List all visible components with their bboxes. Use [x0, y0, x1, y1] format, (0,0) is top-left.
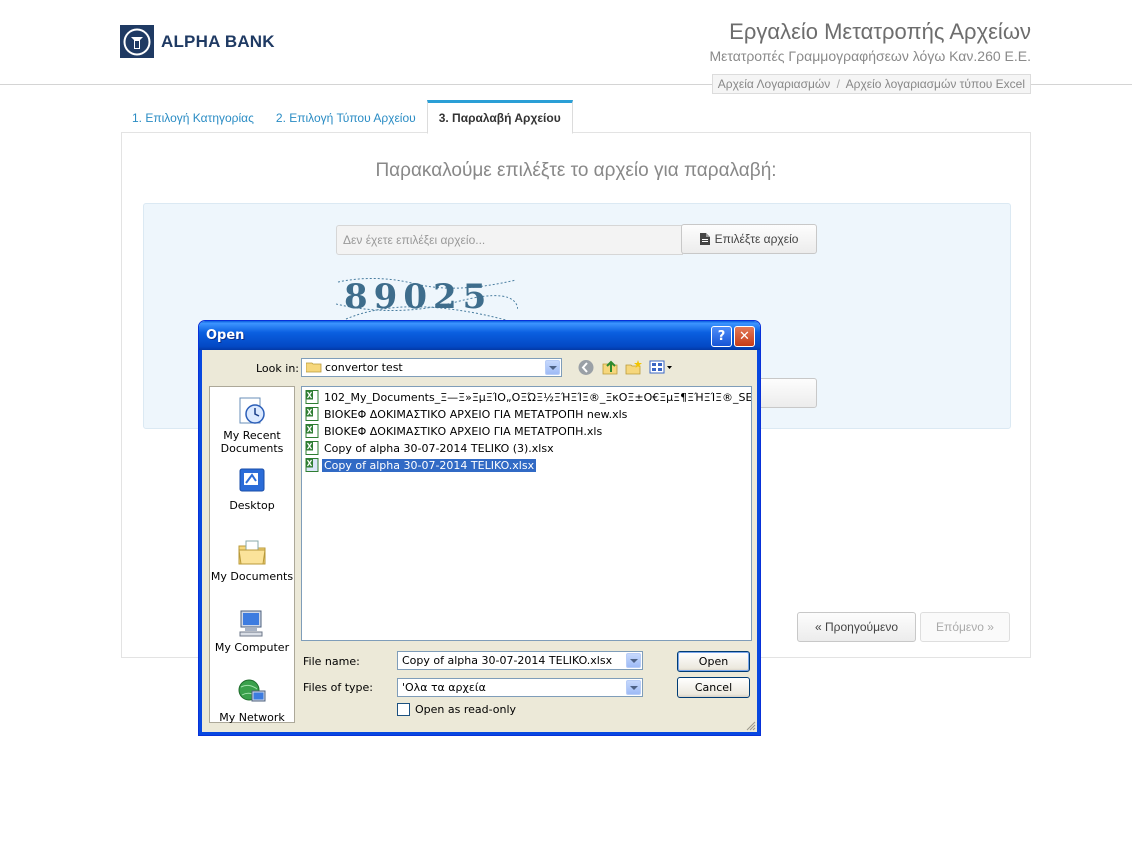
file-type-select[interactable]: 'Ολα τα αρχεία	[397, 678, 643, 697]
file-name: ΒΙΟΚΕΦ ΔΟΚΙΜΑΣΤΙΚΟ ΑΡΧΕΙΟ ΓΙΑ ΜΕΤΑΤΡΟΠΗ …	[324, 407, 628, 421]
file-name-dropdown-arrow[interactable]	[626, 653, 641, 668]
file-name: Copy of alpha 30-07-2014 TELIKO (3).xlsx	[324, 441, 554, 455]
views-menu-icon[interactable]	[649, 359, 673, 376]
place-my-computer[interactable]: My Computer	[210, 607, 294, 654]
panel-heading: Παρακαλούμε επιλέξτε το αρχείο για παραλ…	[375, 160, 777, 181]
app-title: Εργαλείο Μετατροπής Αρχείων	[729, 19, 1031, 44]
dialog-toolbar	[577, 359, 673, 376]
close-button[interactable]: ✕	[734, 326, 755, 347]
tab-file-type[interactable]: 2. Επιλογή Τύπου Αρχείου	[265, 100, 427, 132]
alpha-bank-logo[interactable]: ALPHA BANK	[120, 25, 275, 58]
page-header: ALPHA BANK Εργαλείο Μετατροπής Αρχείων Μ…	[0, 0, 1132, 85]
captcha-text: 89025	[344, 277, 492, 317]
breadcrumb-item-excel[interactable]: Αρχείο λογαριασμών τύπου Excel	[846, 77, 1025, 91]
file-path-input[interactable]: Δεν έχετε επιλέξει αρχείο...	[336, 225, 683, 255]
document-icon	[699, 227, 710, 255]
excel-file-icon	[305, 441, 319, 455]
read-only-label: Open as read-only	[415, 703, 517, 716]
file-item-selected[interactable]: Copy of alpha 30-07-2014 TELIKO.xlsx	[305, 457, 538, 473]
wizard-tabs: 1. Επιλογή Κατηγορίας 2. Επιλογή Τύπου Α…	[121, 100, 573, 134]
file-item[interactable]: ΒΙΟΚΕΦ ΔΟΚΙΜΑΣΤΙΚΟ ΑΡΧΕΙΟ ΓΙΑ ΜΕΤΑΤΡΟΠΗ.…	[305, 423, 604, 439]
open-button[interactable]: Open	[677, 651, 750, 672]
places-bar: My Recent Documents Desktop My Documents…	[209, 386, 295, 724]
breadcrumb: Αρχεία Λογαριασμών / Αρχείο λογαριασμών …	[711, 74, 1031, 94]
double-chevron-right-icon: »	[987, 620, 994, 634]
recent-documents-icon	[239, 397, 265, 424]
look-in-value: convertor test	[305, 361, 403, 374]
help-button[interactable]: ?	[711, 326, 732, 347]
place-desktop[interactable]: Desktop	[210, 465, 294, 512]
read-only-checkbox[interactable]	[397, 703, 410, 716]
file-name-input[interactable]: Copy of alpha 30-07-2014 TELIKO.xlsx	[397, 651, 643, 670]
captcha-image: 89025	[335, 274, 519, 324]
file-name: ΒΙΟΚΕΦ ΔΟΚΙΜΑΣΤΙΚΟ ΑΡΧΕΙΟ ΓΙΑ ΜΕΤΑΤΡΟΠΗ.…	[324, 424, 603, 438]
folder-icon	[305, 362, 322, 373]
file-type-dropdown-arrow[interactable]	[626, 680, 641, 695]
desktop-icon	[239, 468, 265, 492]
dialog-title: Open	[206, 328, 245, 343]
place-my-documents[interactable]: My Documents	[210, 536, 294, 583]
look-in-select[interactable]: convertor test	[301, 358, 562, 377]
file-name: 102_My_Documents_Ξ—Ξ»ΞμΞΊΟ„ΟΞΏΞ½ΞΉΞΊΞ®_Ξ…	[324, 390, 752, 404]
double-chevron-left-icon: «	[814, 620, 822, 634]
tab-receive-file[interactable]: 3. Παραλαβή Αρχείου	[426, 100, 573, 134]
new-folder-icon[interactable]	[625, 359, 643, 376]
place-my-network[interactable]: My Network	[210, 677, 294, 724]
next-button[interactable]: Επόμενο »	[920, 612, 1010, 642]
file-name: Copy of alpha 30-07-2014 TELIKO.xlsx	[320, 457, 538, 473]
place-my-recent-documents[interactable]: My Recent Documents	[210, 395, 294, 455]
look-in-dropdown-arrow[interactable]	[545, 360, 560, 375]
breadcrumb-separator: /	[836, 77, 840, 91]
excel-file-icon	[305, 407, 319, 421]
excel-file-icon	[305, 458, 319, 472]
back-icon[interactable]	[577, 359, 595, 376]
excel-file-icon	[305, 424, 319, 438]
file-item[interactable]: ΒΙΟΚΕΦ ΔΟΚΙΜΑΣΤΙΚΟ ΑΡΧΕΙΟ ΓΙΑ ΜΕΤΑΤΡΟΠΗ …	[305, 406, 629, 422]
previous-button[interactable]: « Προηγούμενο	[797, 612, 916, 642]
my-computer-icon	[239, 610, 263, 637]
file-type-value: 'Ολα τα αρχεία	[402, 681, 486, 694]
file-list[interactable]: 102_My_Documents_Ξ—Ξ»ΞμΞΊΟ„ΟΞΏΞ½ΞΉΞΊΞ®_Ξ…	[301, 386, 752, 641]
tab-category[interactable]: 1. Επιλογή Κατηγορίας	[121, 100, 265, 132]
open-file-dialog: Open ? ✕ Look in: convertor test My Rece…	[198, 320, 761, 736]
next-label: Επόμενο	[936, 620, 984, 634]
breadcrumb-item-accounts[interactable]: Αρχεία Λογαριασμών	[718, 77, 831, 91]
choose-file-label: Επιλέξτε αρχείο	[714, 232, 799, 246]
dialog-titlebar[interactable]: Open ? ✕	[199, 321, 760, 350]
my-documents-icon	[238, 540, 266, 565]
file-name-label: File name:	[303, 655, 360, 668]
excel-file-icon	[305, 390, 319, 404]
look-in-label: Look in:	[256, 362, 299, 375]
logo-text: ALPHA BANK	[161, 31, 275, 51]
file-item[interactable]: Copy of alpha 30-07-2014 TELIKO (3).xlsx	[305, 440, 556, 456]
my-network-icon	[238, 679, 266, 702]
file-name-value: Copy of alpha 30-07-2014 TELIKO.xlsx	[402, 654, 613, 667]
file-item[interactable]: 102_My_Documents_Ξ—Ξ»ΞμΞΊΟ„ΟΞΏΞ½ΞΉΞΊΞ®_Ξ…	[305, 389, 752, 405]
previous-label: Προηγούμενο	[825, 620, 899, 634]
open-as-read-only[interactable]: Open as read-only	[397, 703, 516, 716]
cancel-button[interactable]: Cancel	[677, 677, 750, 698]
resize-grip-icon[interactable]	[746, 721, 756, 731]
choose-file-button[interactable]: Επιλέξτε αρχείο	[681, 224, 817, 254]
alpha-bank-logo-icon	[120, 25, 154, 58]
file-type-label: Files of type:	[303, 681, 374, 694]
up-folder-icon[interactable]	[601, 359, 619, 376]
app-subtitle: Μετατροπές Γραμμογραφήσεων λόγω Καν.260 …	[709, 48, 1031, 64]
